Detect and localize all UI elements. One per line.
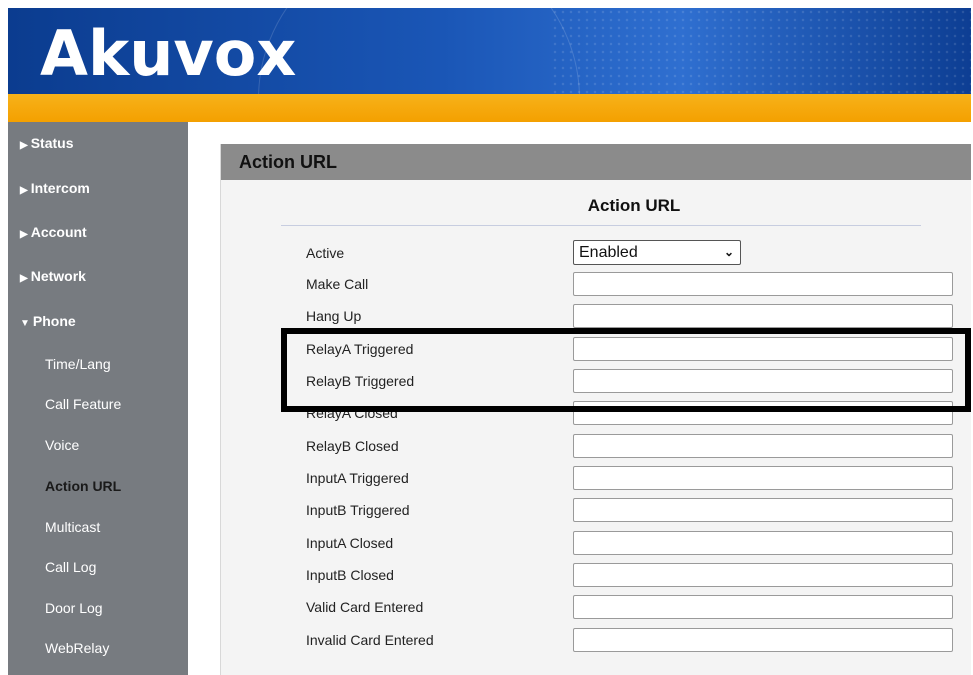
- sidebar-item-status[interactable]: ▶ Status: [20, 135, 74, 151]
- sidebar-subitem-call-feature[interactable]: Call Feature: [45, 396, 121, 412]
- relayb-closed-input[interactable]: [573, 434, 953, 458]
- sidebar-subitem-door-log[interactable]: Door Log: [45, 600, 103, 616]
- field-label-invalid-card-entered: Invalid Card Entered: [306, 632, 434, 648]
- section-title: Action URL: [587, 196, 681, 215]
- header-decoration: [258, 8, 580, 94]
- active-select[interactable]: Enabled ⌄: [573, 240, 741, 265]
- sidebar-item-label: Account: [30, 224, 87, 240]
- sidebar-item-phone[interactable]: ▼ Phone: [20, 313, 76, 329]
- sidebar-subitem-multicast[interactable]: Multicast: [45, 519, 100, 535]
- panel-title: Action URL: [221, 144, 971, 180]
- highlight-annotation-box: [281, 328, 971, 412]
- collapse-arrow-icon: ▼: [20, 318, 30, 329]
- sidebar-subitem-call-log[interactable]: Call Log: [45, 559, 96, 575]
- field-label-hang-up: Hang Up: [306, 308, 362, 324]
- accent-bar: [8, 94, 971, 122]
- field-label-relayb-closed: RelayB Closed: [306, 438, 399, 454]
- field-label-inputa-closed: InputA Closed: [306, 535, 394, 551]
- sidebar-item-label: Phone: [32, 313, 76, 329]
- inputa-closed-input[interactable]: [573, 531, 953, 555]
- active-label: Active: [306, 245, 345, 261]
- expand-arrow-icon: ▶: [20, 140, 28, 151]
- app-frame: Akuvox ▶ Status ▶ Intercom ▶ Account ▶ Netwo…: [8, 8, 971, 675]
- invalid-card-entered-input[interactable]: [573, 628, 953, 652]
- active-select-value: Enabled: [579, 244, 638, 261]
- expand-arrow-icon: ▶: [20, 229, 28, 240]
- sidebar-subitem-voice[interactable]: Voice: [45, 437, 79, 453]
- expand-arrow-icon: ▶: [20, 273, 28, 284]
- brand-logo: Akuvox: [40, 17, 297, 90]
- chevron-down-icon: ⌄: [723, 245, 734, 259]
- field-label-make-call: Make Call: [306, 276, 369, 292]
- field-label-valid-card-entered: Valid Card Entered: [306, 599, 424, 615]
- inputb-closed-input[interactable]: [573, 563, 953, 587]
- header-banner: Akuvox: [8, 8, 971, 94]
- sidebar-item-account[interactable]: ▶ Account: [20, 224, 87, 240]
- inputa-triggered-input[interactable]: [573, 466, 953, 490]
- sidebar-item-label: Status: [30, 135, 74, 151]
- field-label-inputb-closed: InputB Closed: [306, 567, 394, 583]
- header-dot-pattern: [551, 8, 971, 94]
- sidebar-item-label: Network: [30, 268, 86, 284]
- field-label-inputa-triggered: InputA Triggered: [306, 470, 409, 486]
- sidebar-item-network[interactable]: ▶ Network: [20, 268, 86, 284]
- sidebar-subitem-time-lang[interactable]: Time/Lang: [45, 356, 111, 372]
- inputb-triggered-input[interactable]: [573, 498, 953, 522]
- sidebar-subitem-webrelay[interactable]: WebRelay: [45, 640, 109, 656]
- expand-arrow-icon: ▶: [20, 185, 28, 196]
- sidebar: ▶ Status ▶ Intercom ▶ Account ▶ Network ▼ Pho…: [8, 122, 188, 675]
- field-label-inputb-triggered: InputB Triggered: [306, 502, 410, 518]
- sidebar-item-label: Intercom: [30, 180, 90, 196]
- sidebar-item-intercom[interactable]: ▶ Intercom: [20, 180, 90, 196]
- section-divider: [281, 225, 921, 226]
- sidebar-subitem-action-url[interactable]: Action URL: [45, 478, 121, 494]
- valid-card-entered-input[interactable]: [573, 595, 953, 619]
- hang-up-input[interactable]: [573, 304, 953, 328]
- make-call-input[interactable]: [573, 272, 953, 296]
